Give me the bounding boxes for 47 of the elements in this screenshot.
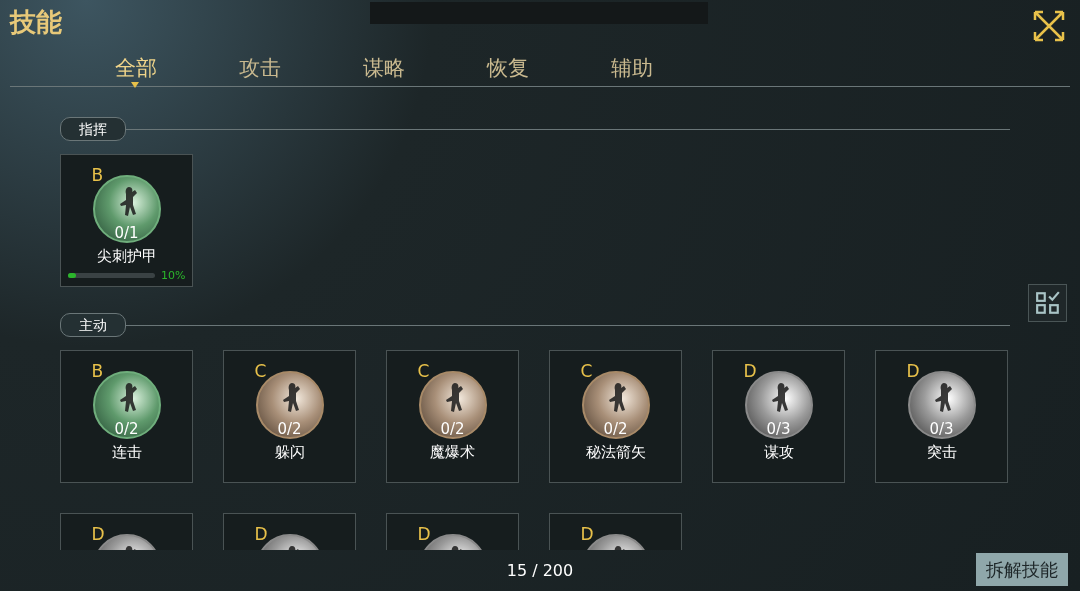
- skill-card[interactable]: D 0/3 突击: [875, 350, 1008, 483]
- skill-level-count: 0/2: [602, 422, 629, 437]
- skill-card[interactable]: D: [549, 513, 682, 550]
- skill-level-count: 0/3: [928, 422, 955, 437]
- category-tab[interactable]: 攻击: [198, 46, 322, 86]
- skill-name: 躲闪: [274, 443, 305, 462]
- skill-card[interactable]: C 0/2 躲闪: [223, 350, 356, 483]
- skill-grade: C: [254, 363, 267, 380]
- skill-grade: D: [906, 363, 920, 380]
- page-title: 技能: [10, 6, 62, 39]
- category-tab[interactable]: 辅助: [570, 46, 694, 86]
- skill-grade: B: [91, 167, 104, 184]
- skill-card[interactable]: B 0/1 尖刺护甲 10%: [60, 154, 193, 287]
- skill-card[interactable]: D: [386, 513, 519, 550]
- skill-name: 连击: [111, 443, 142, 462]
- skill-card[interactable]: D 0/3 谋攻: [712, 350, 845, 483]
- skill-name: 谋攻: [763, 443, 794, 462]
- skill-grade: C: [580, 363, 593, 380]
- section-label: 指挥: [60, 117, 126, 141]
- progress-reading: 10%: [161, 269, 186, 281]
- skill-name: 魔爆术: [430, 443, 475, 462]
- skill-count: 15 / 200: [506, 559, 574, 582]
- skill-level-count: 0/1: [113, 226, 140, 241]
- skill-grade: D: [254, 526, 268, 543]
- skill-name: 秘法箭矢: [585, 443, 646, 462]
- section-label: 主动: [60, 313, 126, 337]
- skill-grade: D: [417, 526, 431, 543]
- skill-level-count: 0/2: [439, 422, 466, 437]
- skill-card[interactable]: D: [223, 513, 356, 550]
- skill-grade: C: [417, 363, 430, 380]
- skill-card[interactable]: C 0/2 魔爆术: [386, 350, 519, 483]
- skill-grade: D: [743, 363, 757, 380]
- skill-card[interactable]: B 0/2 连击: [60, 350, 193, 483]
- skill-grade: D: [91, 526, 105, 543]
- skill-card[interactable]: D: [60, 513, 193, 550]
- skill-level-count: 0/2: [113, 422, 140, 437]
- skill-level-count: 0/2: [276, 422, 303, 437]
- skill-name: 突击: [926, 443, 957, 462]
- skill-card[interactable]: C 0/2 秘法箭矢: [549, 350, 682, 483]
- skill-grade: D: [580, 526, 594, 543]
- disassemble-skill-button[interactable]: 拆解技能: [976, 553, 1068, 586]
- skill-name: 尖刺护甲: [96, 247, 157, 266]
- category-tab[interactable]: 恢复: [446, 46, 570, 86]
- skill-grade: B: [91, 363, 104, 380]
- grid-check-icon[interactable]: [1028, 284, 1067, 322]
- skill-level-count: 0/3: [765, 422, 792, 437]
- category-tab[interactable]: 谋略: [322, 46, 446, 86]
